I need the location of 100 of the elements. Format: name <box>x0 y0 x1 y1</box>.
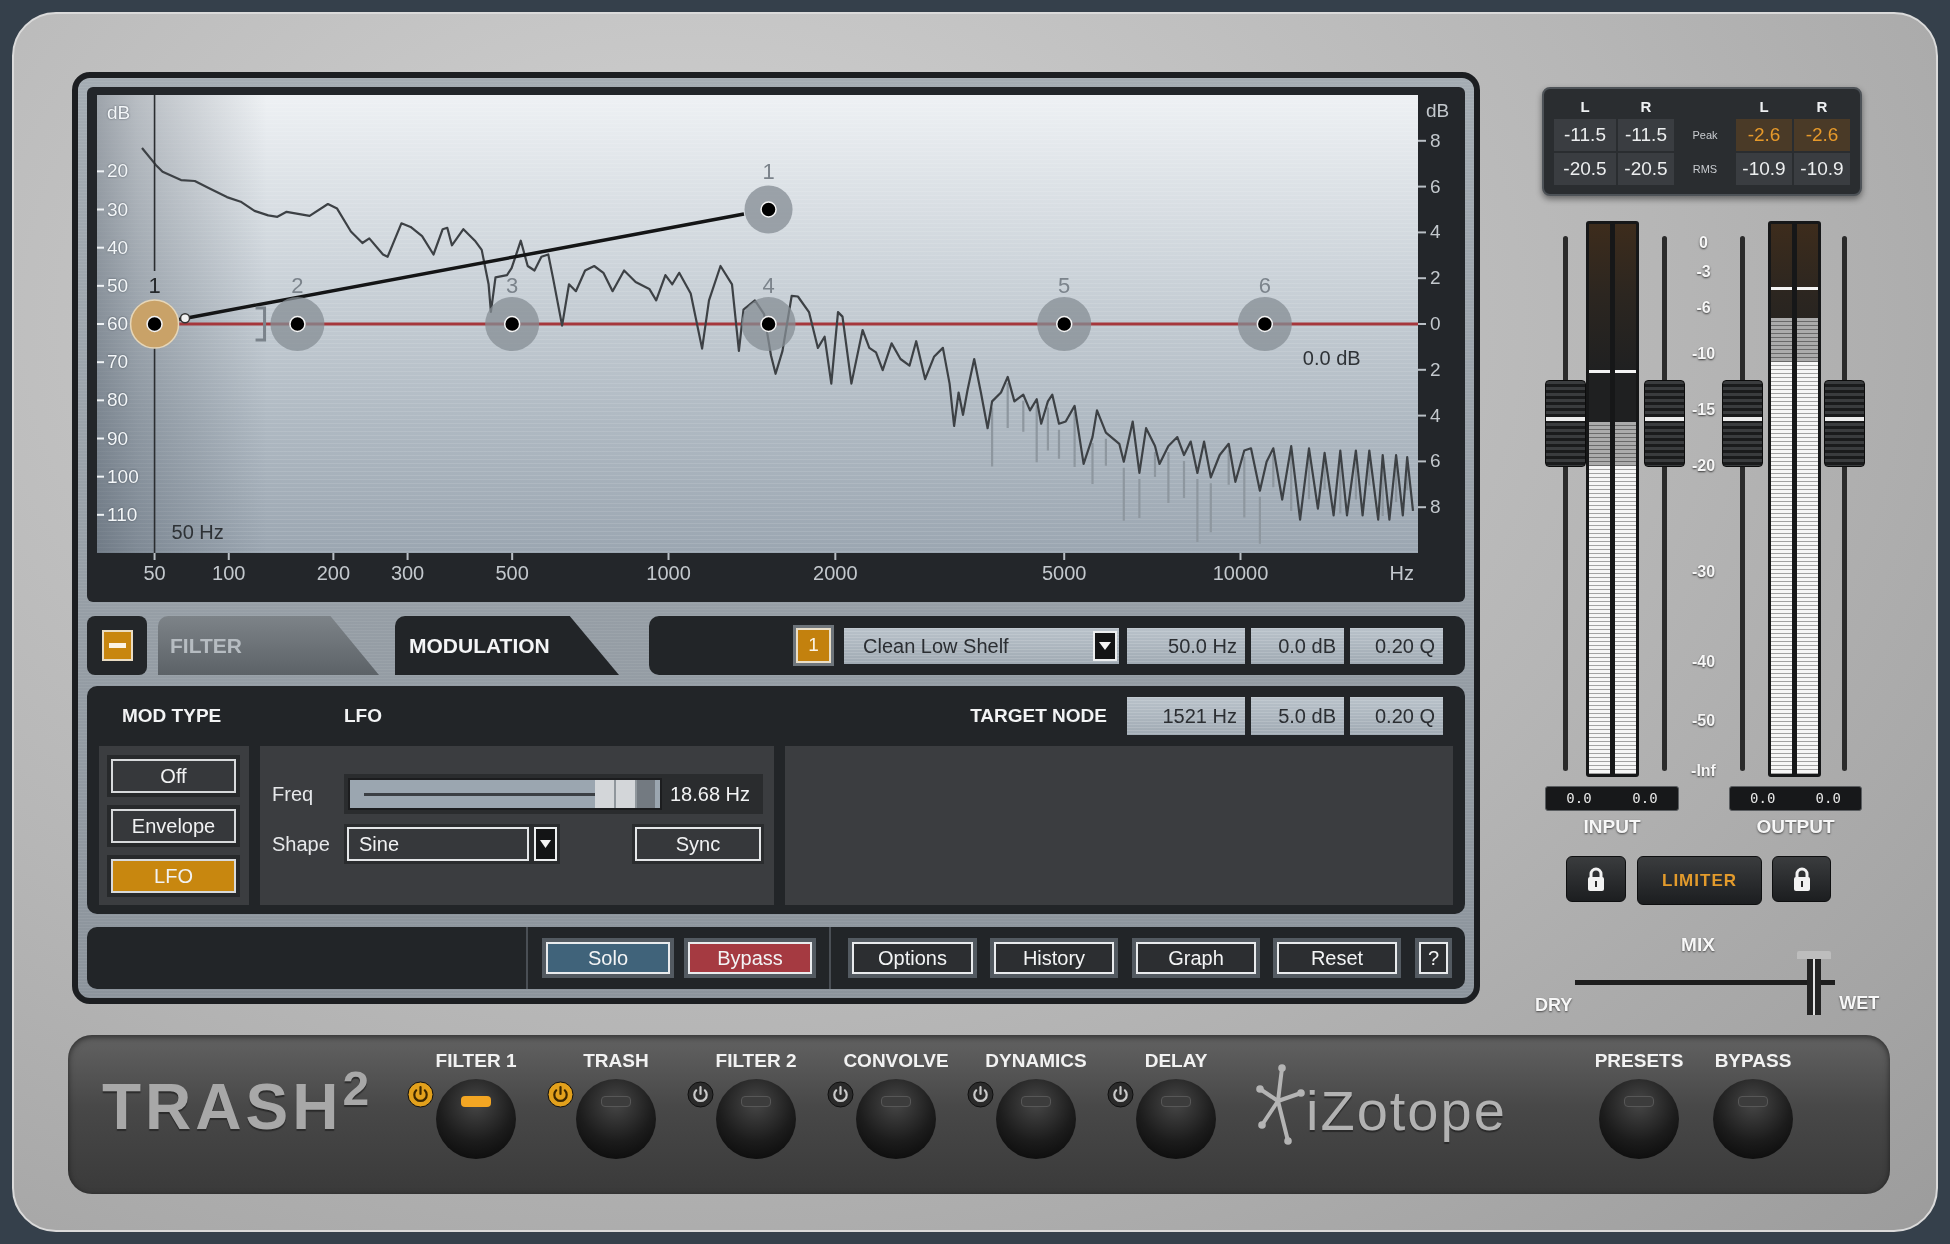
power-icon[interactable] <box>687 1081 714 1108</box>
field-label: Shape <box>272 832 331 857</box>
slider-thumb[interactable] <box>595 780 655 808</box>
bracket-handle-icon[interactable] <box>255 306 267 342</box>
frequency-label: 10000 <box>1212 561 1269 585</box>
target-frequency-field[interactable]: 1521 Hz <box>1127 697 1245 735</box>
level-value: -10.9 <box>1736 153 1792 185</box>
modulation-line[interactable] <box>178 212 745 324</box>
meter-scale-label: -40 <box>1691 652 1716 672</box>
limiter-button[interactable]: LIMITER <box>1637 856 1762 905</box>
spectrum-scale-label: 80 <box>107 388 129 413</box>
gain-field[interactable]: 0.0 dB <box>1251 627 1344 664</box>
row-label: Peak <box>1691 127 1719 143</box>
frequency-label: 2000 <box>813 561 858 585</box>
spectrum-scale-label: 90 <box>107 426 129 451</box>
module-label: DELAY <box>1144 1050 1208 1072</box>
section-label: OUTPUT <box>1755 815 1836 839</box>
eq-node[interactable] <box>1237 297 1292 351</box>
tab[interactable]: MODULATION <box>395 616 619 675</box>
power-icon[interactable] <box>967 1081 994 1108</box>
q-field[interactable]: 0.20 Q <box>1350 627 1443 664</box>
indicator-lamp-icon <box>1738 1096 1768 1107</box>
gain-scale-label: 6 <box>1430 174 1441 199</box>
module-label: FILTER 2 <box>715 1050 797 1072</box>
power-icon[interactable] <box>1107 1081 1134 1108</box>
eq-node[interactable] <box>129 299 180 349</box>
lock-icon <box>1791 866 1812 892</box>
power-icon[interactable] <box>547 1081 574 1108</box>
knob-label: PRESETS <box>1594 1050 1684 1072</box>
target-q-field[interactable]: 0.20 Q <box>1350 697 1443 735</box>
meter-scale-label: -10 <box>1691 344 1716 364</box>
gain-scale-label: 8 <box>1430 128 1441 153</box>
section-title: MOD TYPE <box>122 703 223 728</box>
level-value: -11.5 <box>1618 119 1674 151</box>
gain-scale-label: 2 <box>1430 266 1441 291</box>
filter-type-dropdown[interactable]: Clean Low Shelf <box>844 627 1119 664</box>
frequency-label: 1000 <box>646 561 691 585</box>
target-node-label: 1 <box>762 159 775 184</box>
level-value: -10.9 <box>1794 153 1850 185</box>
fader-handle[interactable] <box>1824 379 1865 467</box>
meter-scale-label: -30 <box>1691 562 1716 582</box>
gain-scale-label: 6 <box>1430 449 1441 474</box>
fader-handle[interactable] <box>1545 379 1586 467</box>
link-button[interactable] <box>1566 856 1626 902</box>
eq-node[interactable] <box>485 297 540 351</box>
node-number-label: 6 <box>1258 274 1271 298</box>
eq-node[interactable] <box>1037 297 1092 351</box>
meter-scale-label: -3 <box>1696 262 1711 282</box>
level-value: -2.6 <box>1736 119 1792 151</box>
module-label: CONVOLVE <box>843 1050 949 1072</box>
frequency-slider[interactable] <box>348 778 662 810</box>
bypass-button[interactable]: Bypass <box>684 938 816 978</box>
meter-scale-label: -50 <box>1691 711 1716 731</box>
options-button[interactable]: Options <box>848 938 977 978</box>
shape-dropdown[interactable]: Sine <box>344 824 532 864</box>
mod-type-button[interactable]: Envelope <box>107 805 240 847</box>
module-label: TRASH <box>583 1050 649 1072</box>
help-button[interactable]: ? <box>1415 938 1452 978</box>
indicator-lamp-icon <box>1624 1096 1654 1107</box>
node-number-label: 2 <box>291 274 304 298</box>
gain-scale-label: 2 <box>1430 357 1441 382</box>
level-value: -20.5 <box>1554 153 1616 185</box>
section-label: MIX <box>1680 933 1716 957</box>
spectrum-scale-label: 40 <box>107 235 129 260</box>
gain-value: 0.0 <box>1632 789 1658 808</box>
cursor-frequency-label: 50 Hz <box>171 520 224 544</box>
level-value: -20.5 <box>1618 153 1674 185</box>
frequency-field[interactable]: 50.0 Hz <box>1127 627 1245 664</box>
meter-scale-label: -6 <box>1696 298 1711 318</box>
node-number: 1 <box>793 625 834 666</box>
module-label: DYNAMICS <box>985 1050 1087 1072</box>
fader-handle[interactable] <box>1644 379 1685 467</box>
minus-icon <box>108 643 126 648</box>
reset-button[interactable]: Reset <box>1273 938 1401 978</box>
section-title: LFO <box>344 703 382 728</box>
gain-readout-label: 0.0 dB <box>1302 346 1361 370</box>
frequency-label: 50 <box>143 561 166 585</box>
dropdown-arrow-icon[interactable] <box>532 824 560 864</box>
history-button[interactable]: History <box>990 938 1118 978</box>
link-button[interactable] <box>1772 856 1831 902</box>
fader-handle[interactable] <box>1722 379 1763 467</box>
solo-button[interactable]: Solo <box>542 938 674 978</box>
power-icon[interactable] <box>407 1081 434 1108</box>
frequency-label: 300 <box>390 561 425 585</box>
level-value: -2.6 <box>1794 119 1850 151</box>
power-icon[interactable] <box>827 1081 854 1108</box>
gain-scale-label: 8 <box>1430 495 1441 520</box>
eq-node[interactable] <box>270 297 325 351</box>
graph-button[interactable]: Graph <box>1132 938 1260 978</box>
spectrum-scale-label: 110 <box>107 502 138 527</box>
channel-label: L <box>1579 97 1591 117</box>
spectrum-scale-label: 60 <box>107 312 129 336</box>
meter-scale-label: -20 <box>1691 456 1716 476</box>
collapse-button[interactable] <box>101 630 133 661</box>
modulation-target-node[interactable] <box>744 185 793 234</box>
target-gain-field[interactable]: 5.0 dB <box>1251 697 1344 735</box>
eq-node[interactable] <box>741 297 796 351</box>
sync-button[interactable]: Sync <box>632 824 764 864</box>
mod-type-button[interactable]: Off <box>107 755 240 797</box>
gain-value: 0.0 <box>1815 789 1841 808</box>
